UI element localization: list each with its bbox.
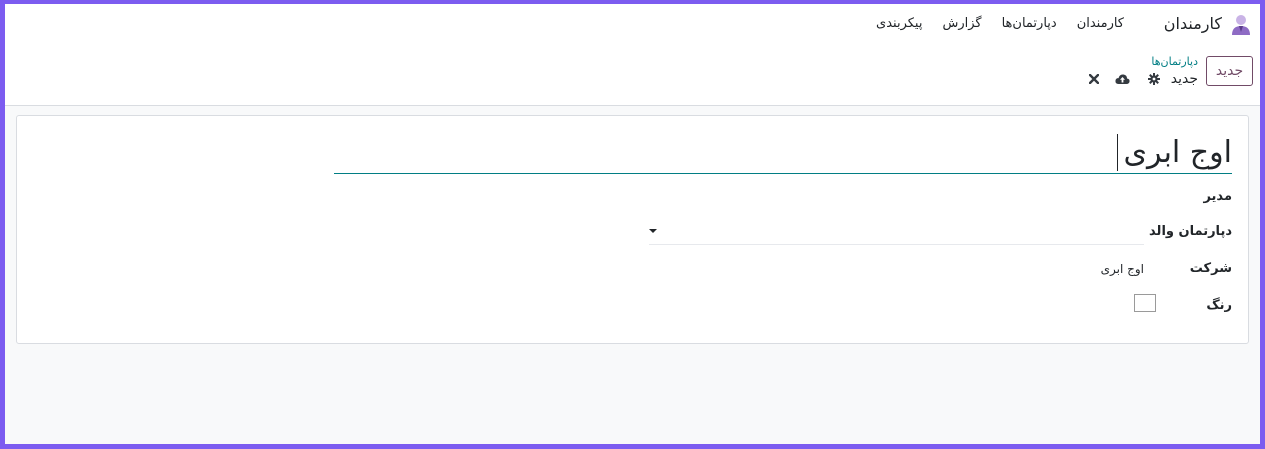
menu-item-configuration[interactable]: پیکربندی: [876, 16, 922, 31]
company-label: شرکت: [1189, 261, 1232, 276]
top-navbar: کارمندان کارمندان دپارتمان‌ها گزارش پیکر…: [5, 4, 1260, 44]
form-sheet: اوج ابری مدیر دپارتمان والد شرکت اوج ابر…: [16, 115, 1249, 344]
parent-department-label: دپارتمان والد: [1149, 224, 1232, 239]
company-value: اوج ابری: [1100, 262, 1144, 276]
text-cursor: [1117, 134, 1118, 171]
color-label: رنگ: [1206, 298, 1232, 313]
employees-app-icon[interactable]: [1230, 13, 1252, 35]
main-menu: کارمندان دپارتمان‌ها گزارش پیکربندی: [876, 16, 1124, 31]
breadcrumb-current: جدید: [1170, 71, 1198, 87]
color-picker[interactable]: [1134, 294, 1156, 312]
menu-item-departments[interactable]: دپارتمان‌ها: [1002, 16, 1057, 31]
caret-down-icon[interactable]: [649, 229, 657, 233]
app-name[interactable]: کارمندان: [1164, 14, 1222, 33]
new-button[interactable]: جدید: [1206, 56, 1253, 86]
gear-icon[interactable]: [1148, 73, 1160, 85]
cloud-upload-icon[interactable]: [1115, 73, 1130, 85]
breadcrumb-departments-link[interactable]: دپارتمان‌ها: [1151, 55, 1198, 68]
close-icon[interactable]: [1089, 74, 1099, 84]
department-name-input[interactable]: اوج ابری: [334, 134, 1232, 174]
control-panel: جدید دپارتمان‌ها جدید: [5, 44, 1260, 106]
app-frame: کارمندان کارمندان دپارتمان‌ها گزارش پیکر…: [0, 0, 1265, 449]
manager-label: مدیر: [1203, 189, 1232, 204]
menu-item-reporting[interactable]: گزارش: [942, 16, 981, 31]
department-name-value[interactable]: اوج ابری: [1124, 134, 1232, 172]
menu-item-employees[interactable]: کارمندان: [1077, 16, 1124, 31]
parent-department-select[interactable]: [649, 216, 1144, 245]
